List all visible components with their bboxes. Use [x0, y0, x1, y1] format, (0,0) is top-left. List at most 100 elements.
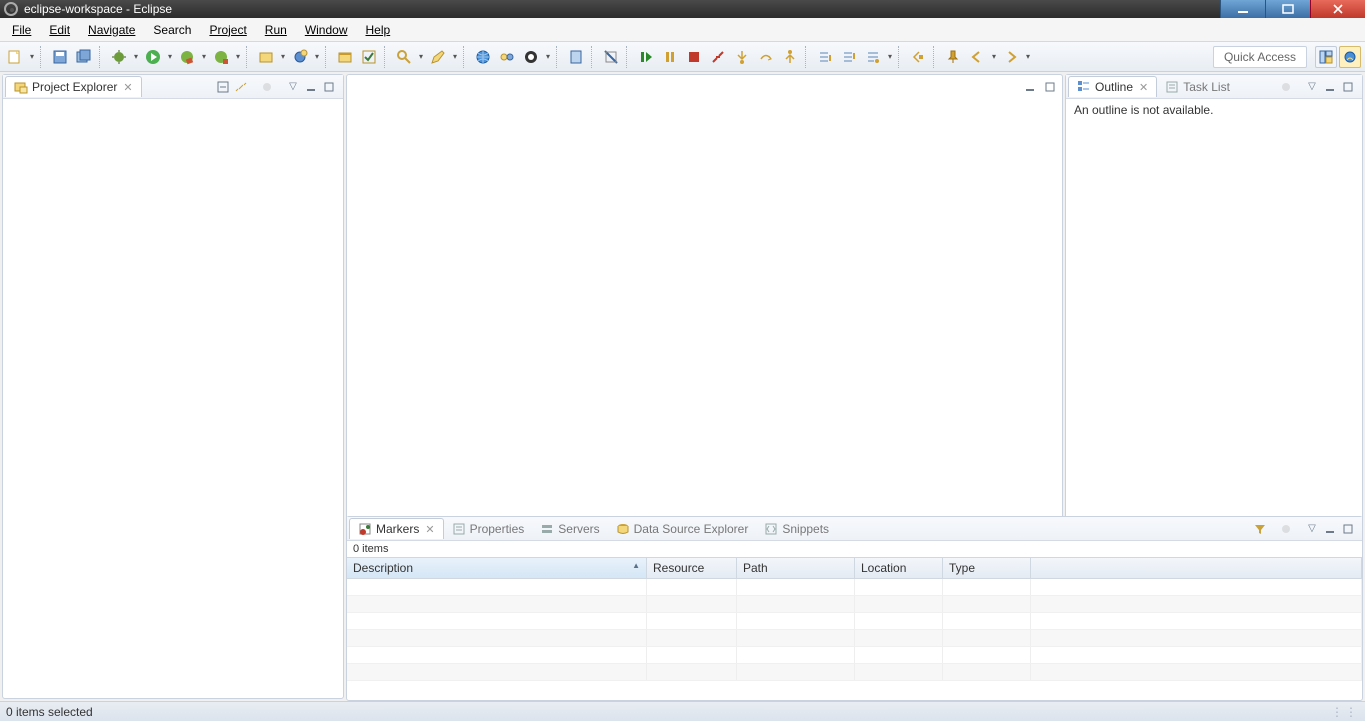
annotate-button[interactable]: [427, 46, 449, 68]
col-type[interactable]: Type: [943, 558, 1031, 578]
col-path[interactable]: Path: [737, 558, 855, 578]
menu-help[interactable]: Help: [358, 21, 399, 39]
save-button[interactable]: [49, 46, 71, 68]
toggle-block-button[interactable]: [600, 46, 622, 68]
maximize-view-button[interactable]: [1340, 521, 1356, 537]
close-icon[interactable]: ✕: [425, 523, 434, 536]
focus-task-button[interactable]: [259, 79, 275, 95]
debug-dropdown[interactable]: ▾: [132, 52, 140, 61]
minimize-button[interactable]: [1220, 0, 1265, 18]
coverage-dropdown[interactable]: ▾: [200, 52, 208, 61]
markers-table-body[interactable]: [347, 579, 1362, 700]
pin-editor-button[interactable]: [565, 46, 587, 68]
table-row[interactable]: [347, 630, 1362, 647]
open-task-button[interactable]: [358, 46, 380, 68]
menu-project[interactable]: Project: [201, 21, 254, 39]
menu-run[interactable]: Run: [257, 21, 295, 39]
menu-file[interactable]: File: [4, 21, 39, 39]
run-last-dropdown[interactable]: ▾: [234, 52, 242, 61]
collapse-all-button[interactable]: [215, 79, 231, 95]
table-row[interactable]: [347, 579, 1362, 596]
resume-button[interactable]: [635, 46, 657, 68]
run-button[interactable]: [142, 46, 164, 68]
snippets-tab[interactable]: Snippets: [756, 519, 837, 539]
resize-grip[interactable]: ⋮⋮: [1331, 705, 1359, 719]
maximize-view-button[interactable]: [1340, 79, 1356, 95]
run-last-button[interactable]: [210, 46, 232, 68]
maximize-button[interactable]: [1265, 0, 1310, 18]
forward-button[interactable]: [1000, 46, 1022, 68]
filter-button[interactable]: [1252, 521, 1268, 537]
table-row[interactable]: [347, 664, 1362, 681]
search-button[interactable]: [393, 46, 415, 68]
maximize-editor-button[interactable]: [1042, 79, 1058, 95]
new-project-button[interactable]: [255, 46, 277, 68]
toggle-mark-dropdown[interactable]: ▾: [544, 52, 552, 61]
new-package-button[interactable]: [289, 46, 311, 68]
new-package-dropdown[interactable]: ▾: [313, 52, 321, 61]
project-explorer-body[interactable]: [3, 99, 343, 698]
table-row[interactable]: [347, 613, 1362, 630]
run-dropdown[interactable]: ▾: [166, 52, 174, 61]
open-type-button[interactable]: [334, 46, 356, 68]
project-explorer-tab[interactable]: Project Explorer ✕: [5, 76, 142, 97]
step-over-button[interactable]: [755, 46, 777, 68]
debug-button[interactable]: [108, 46, 130, 68]
data-source-tab[interactable]: Data Source Explorer: [608, 519, 757, 539]
markers-tab[interactable]: Markers ✕: [349, 518, 444, 539]
forward-dropdown[interactable]: ▾: [1024, 52, 1032, 61]
next-annotation-button[interactable]: [814, 46, 836, 68]
task-list-tab[interactable]: Task List: [1157, 77, 1238, 97]
outline-tab[interactable]: Outline ✕: [1068, 76, 1157, 97]
save-all-button[interactable]: [73, 46, 95, 68]
suspend-button[interactable]: [659, 46, 681, 68]
quick-access-field[interactable]: Quick Access: [1213, 46, 1307, 68]
toggle-breadcrumb-button[interactable]: [496, 46, 518, 68]
col-location[interactable]: Location: [855, 558, 943, 578]
table-row[interactable]: [347, 647, 1362, 664]
focus-task-button[interactable]: [1278, 79, 1294, 95]
minimize-view-button[interactable]: [303, 79, 319, 95]
minimize-view-button[interactable]: [1322, 521, 1338, 537]
pin-button[interactable]: [942, 46, 964, 68]
properties-tab[interactable]: Properties: [444, 519, 533, 539]
disconnect-button[interactable]: [707, 46, 729, 68]
minimize-view-button[interactable]: [1322, 79, 1338, 95]
menu-edit[interactable]: Edit: [41, 21, 78, 39]
back-dropdown[interactable]: ▾: [990, 52, 998, 61]
table-row[interactable]: [347, 596, 1362, 613]
view-menu-button[interactable]: ▽: [1304, 521, 1320, 537]
javaee-perspective-button[interactable]: [1339, 46, 1361, 68]
menu-window[interactable]: Window: [297, 21, 356, 39]
last-edit-button[interactable]: [862, 46, 884, 68]
new-project-dropdown[interactable]: ▾: [279, 52, 287, 61]
prev-annotation-button[interactable]: [838, 46, 860, 68]
maximize-view-button[interactable]: [321, 79, 337, 95]
new-button[interactable]: [4, 46, 26, 68]
open-perspective-button[interactable]: [1315, 46, 1337, 68]
close-icon[interactable]: ✕: [123, 81, 132, 94]
toggle-mark-button[interactable]: [520, 46, 542, 68]
col-extra[interactable]: [1031, 558, 1362, 578]
step-into-button[interactable]: [731, 46, 753, 68]
servers-tab[interactable]: Servers: [532, 519, 607, 539]
search-dropdown[interactable]: ▾: [417, 52, 425, 61]
step-return-button[interactable]: [779, 46, 801, 68]
new-dropdown[interactable]: ▾: [28, 52, 36, 61]
annotate-dropdown[interactable]: ▾: [451, 52, 459, 61]
col-description[interactable]: Description▲: [347, 558, 647, 578]
back-to-button[interactable]: [907, 46, 929, 68]
coverage-button[interactable]: [176, 46, 198, 68]
last-edit-dropdown[interactable]: ▾: [886, 52, 894, 61]
col-resource[interactable]: Resource: [647, 558, 737, 578]
menu-search[interactable]: Search: [145, 21, 199, 39]
minimize-editor-button[interactable]: [1022, 79, 1038, 95]
web-browser-button[interactable]: [472, 46, 494, 68]
close-icon[interactable]: ✕: [1139, 81, 1148, 94]
terminate-button[interactable]: [683, 46, 705, 68]
view-menu-button[interactable]: ▽: [1304, 79, 1320, 95]
menu-navigate[interactable]: Navigate: [80, 21, 143, 39]
view-menu-button[interactable]: ▽: [285, 79, 301, 95]
link-editor-button[interactable]: [233, 79, 249, 95]
back-button[interactable]: [966, 46, 988, 68]
